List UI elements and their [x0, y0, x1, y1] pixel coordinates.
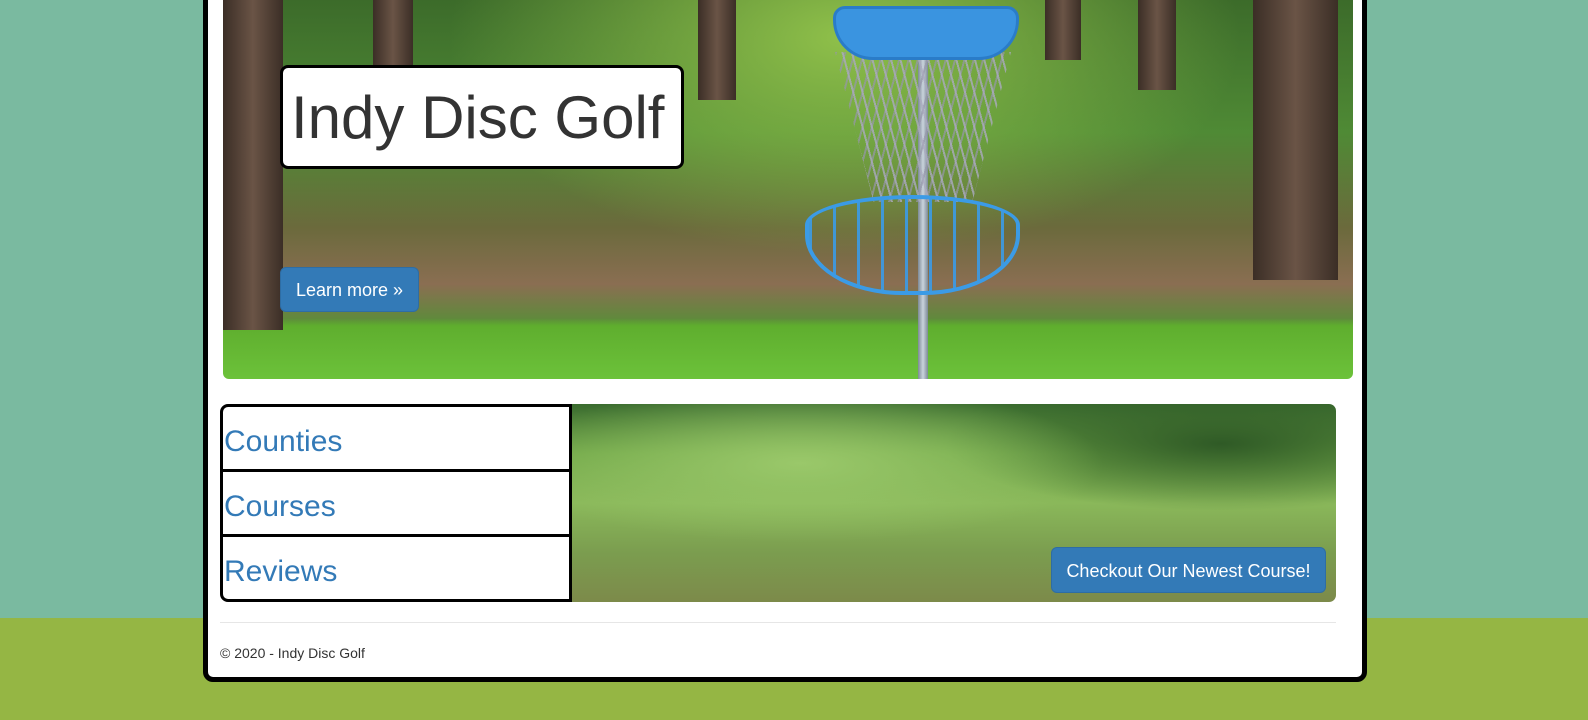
- nav-link-reviews[interactable]: Reviews: [223, 537, 569, 602]
- disc-golf-basket-chains: [835, 52, 1011, 202]
- hero-banner: [223, 0, 1353, 379]
- nav-link-counties[interactable]: Counties: [223, 407, 569, 472]
- disc-golf-basket-cage: [805, 195, 1020, 295]
- checkout-newest-course-button[interactable]: Checkout Our Newest Course!: [1051, 547, 1326, 593]
- tree-trunk: [1253, 0, 1338, 280]
- learn-more-button[interactable]: Learn more »: [280, 267, 419, 312]
- tree-trunk: [223, 0, 283, 330]
- disc-golf-basket-top: [833, 6, 1019, 60]
- site-title: Indy Disc Golf: [291, 84, 665, 151]
- section-nav: Counties Courses Reviews: [220, 404, 572, 602]
- tree-trunk: [698, 0, 736, 100]
- footer-copyright: © 2020 - Indy Disc Golf: [220, 645, 365, 661]
- nav-link-courses[interactable]: Courses: [223, 472, 569, 537]
- tree-trunk: [373, 0, 413, 70]
- tree-trunk: [1138, 0, 1176, 90]
- footer-divider: [220, 622, 1336, 623]
- tree-trunk: [1045, 0, 1081, 60]
- site-title-box: Indy Disc Golf: [280, 65, 684, 169]
